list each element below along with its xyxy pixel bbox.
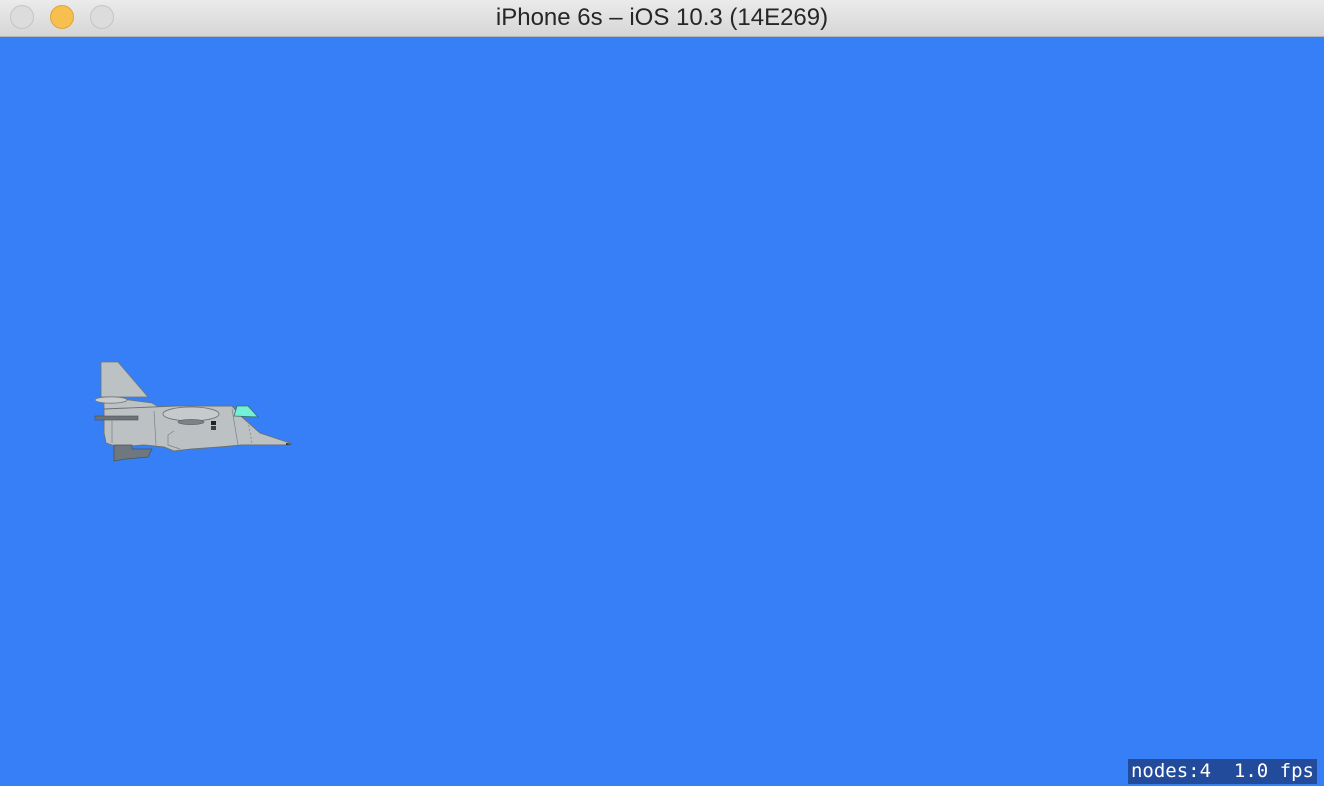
title-bar[interactable]: iPhone 6s – iOS 10.3 (14E269): [0, 0, 1324, 37]
debug-stats-label: nodes:4 1.0 fps: [1127, 759, 1317, 784]
fighter-jet-sprite: [94, 361, 292, 462]
window-title: iPhone 6s – iOS 10.3 (14E269): [495, 4, 829, 31]
simulator-window: iPhone 6s – iOS 10.3 (14E269) nodes:4 1.…: [0, 0, 1324, 786]
game-scene[interactable]: [0, 37, 1324, 786]
